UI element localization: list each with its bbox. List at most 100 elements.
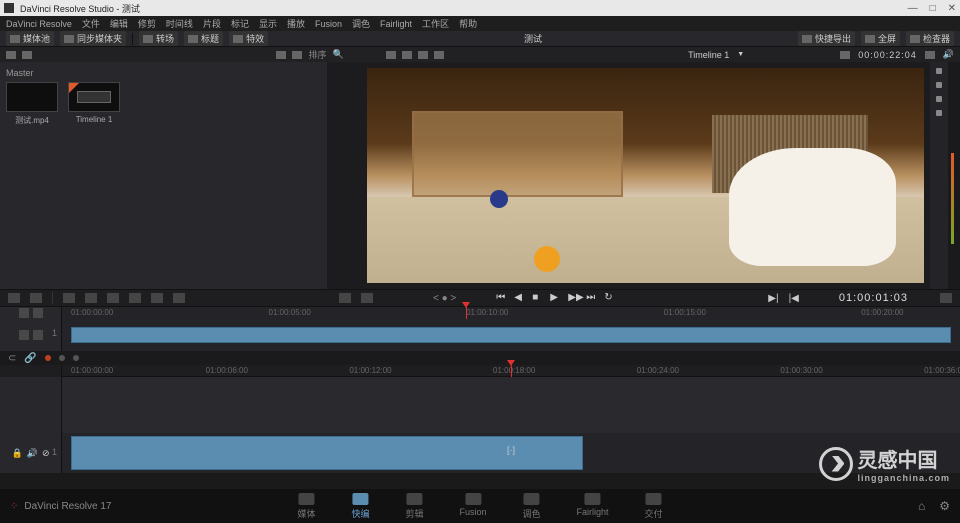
menu-timeline[interactable]: 时间线 [166,17,193,30]
page-fusion[interactable]: Fusion [459,493,486,520]
tool-2-icon[interactable] [936,82,942,88]
menu-trim[interactable]: 修剪 [138,17,156,30]
timeline-name: Timeline 1 [68,115,120,124]
folder-icon[interactable] [22,51,32,59]
track-index: 1 [52,447,57,457]
quickexport-button[interactable]: 快捷导出 [798,31,855,46]
effects-toggle[interactable]: 特效 [229,31,268,46]
page-cut[interactable]: 快编 [351,493,369,520]
ruler-mark: 01:00:24:00 [637,366,679,375]
menu-fairlight[interactable]: Fairlight [380,19,412,29]
fullscreen-button[interactable]: 全屏 [861,31,900,46]
tools-dropdown-icon[interactable] [339,293,351,303]
tool-in-icon[interactable] [8,293,20,303]
upper-ruler[interactable]: 01:00:00:00 01:00:05:00 01:00:10:00 01:0… [62,307,960,319]
marker-flag-icon[interactable] [59,355,65,361]
tool-4-icon[interactable] [936,110,942,116]
track-tool-a-icon[interactable] [19,308,29,318]
tc-mode-icon[interactable] [840,51,850,59]
menu-workspace[interactable]: 工作区 [422,17,449,30]
track-tool-b-icon[interactable] [33,308,43,318]
home-button[interactable]: ⌂ [918,499,925,513]
tool-1-icon[interactable] [936,68,942,74]
video-track-body[interactable] [62,377,960,433]
window-close-button[interactable]: ✕ [948,3,956,14]
skip-prev-button[interactable]: ▶| [768,293,778,304]
disable-icon[interactable]: ⊘ [42,448,50,459]
menu-playback[interactable]: 播放 [287,17,305,30]
speaker-icon[interactable]: 🔊 [943,49,954,60]
options-icon[interactable] [925,51,935,59]
append-icon[interactable] [85,293,97,303]
inspector-toggle[interactable]: 检查器 [906,31,954,46]
viewer-mode-3-icon[interactable] [418,51,428,59]
menu-fusion[interactable]: Fusion [315,19,342,29]
tool-3-icon[interactable] [936,96,942,102]
page-edit[interactable]: 剪辑 [405,493,423,520]
page-deliver[interactable]: 交付 [645,493,663,520]
menu-clip[interactable]: 片段 [203,17,221,30]
page-media[interactable]: 媒体 [297,493,315,520]
view-thumb-icon[interactable] [276,51,286,59]
smart-insert-icon[interactable] [63,293,75,303]
page-color[interactable]: 调色 [523,493,541,520]
window-maximize-button[interactable]: □ [930,3,936,14]
viewer-mode-1-icon[interactable] [386,51,396,59]
menu-mark[interactable]: 标记 [231,17,249,30]
lock-icon[interactable]: 🔒 [12,448,23,459]
viewer-canvas[interactable] [367,68,924,283]
play-button[interactable]: ▶ [550,293,560,303]
search-icon[interactable]: 🔍 [332,49,343,60]
speaker-icon[interactable]: 🔊 [27,448,38,459]
dissolve-icon[interactable] [361,293,373,303]
edit-handle-icon[interactable]: [·] [507,445,515,455]
video-track-head[interactable] [0,377,62,433]
link-icon[interactable]: 🔗 [24,353,36,364]
clip-item[interactable]: 测试.mp4 [6,82,58,126]
project-settings-button[interactable]: ⚙ [939,499,950,513]
last-frame-button[interactable]: ⏭ [586,293,596,303]
mediapool-toggle[interactable]: 媒体池 [6,31,54,46]
magnet-icon[interactable]: ⊂ [8,353,16,364]
viewer-mode-4-icon[interactable] [434,51,444,59]
chevron-down-icon[interactable]: ▼ [737,51,744,58]
timeline-thumbnail [68,82,120,112]
first-frame-button[interactable]: ⏮ [496,293,506,303]
overwrite-icon[interactable] [173,293,185,303]
marker-dot-icon[interactable] [73,355,79,361]
page-fairlight[interactable]: Fairlight [577,493,609,520]
viewer-options-icon[interactable] [940,293,952,303]
upper-track-body[interactable]: 1 [62,319,960,351]
timeline-item[interactable]: Timeline 1 [68,82,120,126]
next-button[interactable]: ▶▶ [568,293,578,303]
transitions-toggle[interactable]: 转场 [139,31,178,46]
viewer-timecode[interactable]: 01:00:01:03 [839,292,908,304]
upper-clip[interactable] [71,327,951,343]
tool-out-icon[interactable] [30,293,42,303]
import-icon[interactable] [6,51,16,59]
menu-edit[interactable]: 编辑 [110,17,128,30]
menu-davinci[interactable]: DaVinci Resolve [6,19,72,29]
menu-view[interactable]: 显示 [259,17,277,30]
timeline-selector[interactable]: Timeline 1 [688,50,729,60]
bin-root-label[interactable]: Master [6,68,321,78]
view-list-icon[interactable] [292,51,302,59]
viewer-mode-2-icon[interactable] [402,51,412,59]
lower-ruler[interactable]: 01:00:00:00 01:00:06:00 01:00:12:00 01:0… [62,365,960,377]
syncbin-toggle[interactable]: 同步媒体夹 [60,31,126,46]
menu-help[interactable]: 帮助 [459,17,477,30]
titles-toggle[interactable]: 标题 [184,31,223,46]
loop-button[interactable]: ↻ [604,293,614,303]
prev-button[interactable]: ◀ [514,293,524,303]
menu-color[interactable]: 调色 [352,17,370,30]
ripple-icon[interactable] [107,293,119,303]
menu-file[interactable]: 文件 [82,17,100,30]
audio-track-body[interactable]: 1 [·] [62,433,960,473]
sort-label[interactable]: 排序 [308,48,326,61]
stop-button[interactable]: ■ [532,293,542,303]
marker-red-icon[interactable] [45,355,51,361]
window-minimize-button[interactable]: — [908,3,918,14]
skip-next-button[interactable]: |◀ [789,293,799,304]
place-icon[interactable] [151,293,163,303]
closeup-icon[interactable] [129,293,141,303]
